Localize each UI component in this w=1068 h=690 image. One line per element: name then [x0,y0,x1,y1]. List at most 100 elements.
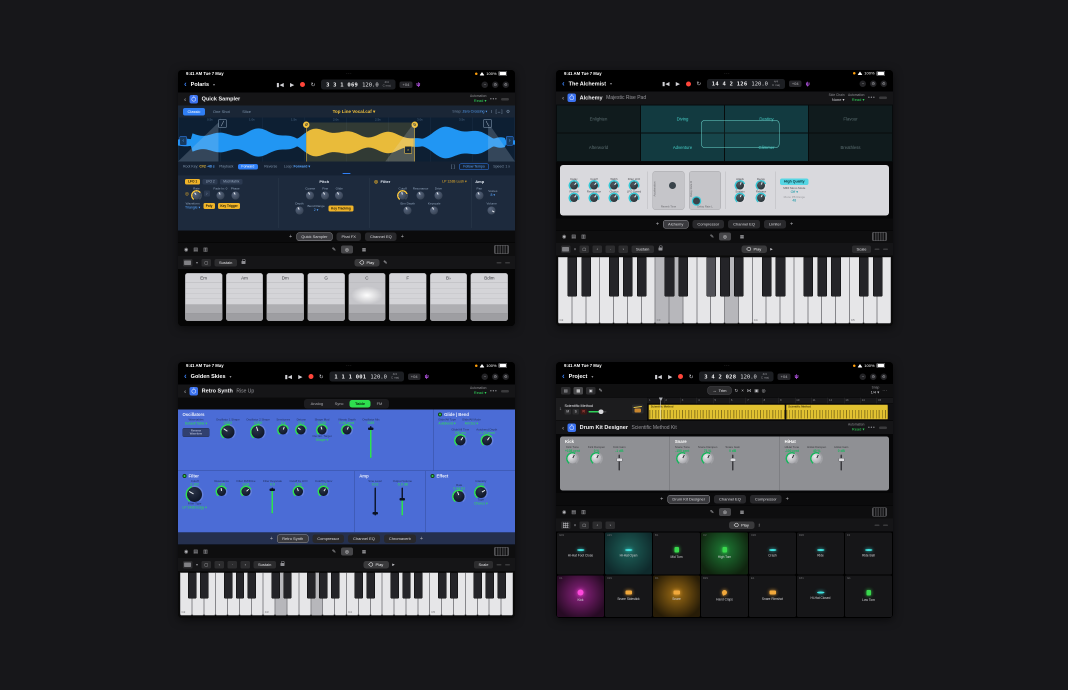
sustain-button[interactable]: Sustain [632,245,654,253]
tuning-fork-icon[interactable]: ψ [425,374,429,380]
sample-start-handle[interactable]: ‹ [180,136,188,146]
tuning-fork-icon[interactable]: ψ [416,82,420,88]
knob-dial[interactable] [417,192,425,200]
octave-center-button[interactable]: · [228,561,238,569]
glide-setting[interactable]: Glide/All TypeAutobend ▾ [438,419,456,427]
black-key-Ds4[interactable] [776,257,786,297]
record-enable-button[interactable]: R [580,409,587,415]
black-key-As2[interactable] [637,257,647,297]
record-button[interactable] [308,374,313,379]
knob-dial[interactable] [812,454,822,464]
knob-dial[interactable] [231,192,239,200]
scale-button[interactable]: Scale [852,245,871,253]
drum-pad-low-tom[interactable]: G1Low Tom [845,575,892,617]
editor-view-icon[interactable]: ▣ [586,387,596,395]
knob-dial[interactable] [294,487,303,496]
browsers-icon[interactable]: ◉ [562,509,566,515]
knob-rate[interactable]: Rate [192,187,200,200]
waveform-settings-icon[interactable]: ⚙ [506,109,510,115]
knob-cutoff[interactable]: Cutoff [399,187,407,200]
sustain-lock-icon[interactable] [658,248,662,251]
knob-dial[interactable] [319,487,328,496]
amp-slider-track[interactable] [374,488,376,516]
black-key-Cs4[interactable] [762,257,772,297]
knob-dial[interactable] [306,192,314,200]
sustain-button[interactable]: Sustain [215,259,237,267]
loop-close-button[interactable]: × [404,146,412,154]
waveform-display[interactable]: 0.5s1.0s1.5s2.0s2.5s3.0s3.5s↺↻×╱╲‹› [178,118,515,162]
midi-mono-value[interactable]: Off ▾ [780,190,809,194]
sample-file-name[interactable]: Top Line Vocal.caf ▾ [333,109,376,115]
knob-kick-tune[interactable]: Kick Tune+108 cent [565,446,580,464]
black-key-Cs5[interactable] [859,257,869,297]
knob-delay[interactable]: Delay [565,178,583,190]
surface-settings-button[interactable]: ▢ [202,259,212,267]
lfo-waveform-control[interactable]: WaveformTriangle ▾ [185,202,200,210]
knob-dial[interactable] [317,426,326,435]
knob-dial[interactable] [570,182,578,190]
cycle-button[interactable]: ↻ [317,373,325,380]
knob-dial[interactable] [342,426,351,435]
glide-setting[interactable]: Glide/All ModeAll Osc ▾ [462,419,481,427]
knob-hihat-tune[interactable]: HiHat Tune-100 cent [785,446,800,464]
mixer-icon[interactable]: ▤ [193,247,198,253]
black-key-Gs2[interactable] [236,573,244,599]
tracks-sidebar-icon[interactable]: ▤ [561,387,571,395]
knob-cutoff[interactable]: Cutoff [585,178,603,190]
knob-dial[interactable] [703,454,713,464]
playback-reverse-button[interactable]: Reverse [262,164,279,170]
engine-tab-table[interactable]: Table [349,400,370,408]
xy-puck[interactable] [693,198,700,205]
pad-layout-button[interactable] [561,521,571,529]
black-key-Gs4[interactable] [817,257,827,297]
chord-strip-zone[interactable] [349,299,385,304]
xy-puck[interactable] [669,182,676,189]
plugin-view-tile-selected[interactable]: ◎ [719,233,731,241]
black-key-Ds2[interactable] [581,257,591,297]
sampler-tab-one-shot[interactable]: One Shot [208,108,234,116]
surface-settings-button[interactable]: ▢ [580,245,590,253]
knob-dial[interactable] [757,194,765,202]
drum-pad-mid-tom[interactable]: B1Mid Tom [653,533,700,575]
plugin-back-chevron[interactable]: ‹ [562,424,564,432]
plugin-chain-item[interactable]: Drum Kit Designer [667,495,710,504]
knob-dial[interactable] [216,192,224,200]
octave-up-button[interactable]: › [241,561,251,569]
plugin-back-chevron[interactable]: ‹ [562,94,564,102]
perform-pad-afterworld[interactable]: Afterworld [557,134,640,161]
minimize-plugin-handle[interactable] [879,97,887,100]
black-key-Cs5[interactable] [438,573,446,599]
plugin-chain-item[interactable]: Compressor [692,220,724,229]
osc-mix-thumb[interactable] [368,428,374,431]
black-key-Cs4[interactable] [355,573,363,599]
knob-pan[interactable]: Pan [475,187,483,200]
black-key-As4[interactable] [414,573,422,599]
plugin-back-chevron[interactable]: ‹ [184,95,186,103]
amp-slider-thumb[interactable] [400,498,406,501]
chord-strip-dm[interactable]: Dm [267,273,304,321]
cycle-button[interactable]: ↻ [687,373,695,380]
knob-dial[interactable] [454,491,465,502]
pencil-icon[interactable]: ✎ [710,509,714,515]
plugin-chain-item[interactable]: Channel EQ [365,232,397,241]
dkd-gain-control[interactable]: HiHat Gain0 dB [834,446,848,471]
chord-strip-bass-zone[interactable] [226,305,262,314]
back-chevron[interactable]: ‹ [562,373,565,381]
go-to-beginning-button[interactable]: ▮◀ [284,373,292,380]
chord-strip-low-zone[interactable] [226,314,262,321]
loop-region[interactable]: ↺↻× [306,123,415,162]
back-chevron[interactable]: ‹ [562,80,565,88]
engine-tab-analog[interactable]: Analog [305,400,328,408]
knob-attack[interactable]: Attack [731,178,750,190]
pad-bank-up-button[interactable]: › [606,521,616,529]
go-to-beginning-button[interactable]: ▮◀ [662,81,670,88]
knob-filter-lfo[interactable]: Filter LFO [625,178,643,190]
back-chevron[interactable]: ‹ [184,81,187,89]
black-key-Fs5[interactable] [474,573,482,599]
more-options-icon[interactable]: ••• [868,425,876,431]
lcd-display[interactable]: 3 3 1 069120.04/4C maj [321,80,395,90]
sampler-tab-slice[interactable]: Slice [238,108,256,116]
plugin-chain-item[interactable]: Phat FX [336,232,360,241]
filter-enable-icon[interactable]: ◎ [374,179,378,185]
pads-handle-2[interactable] [883,524,888,526]
